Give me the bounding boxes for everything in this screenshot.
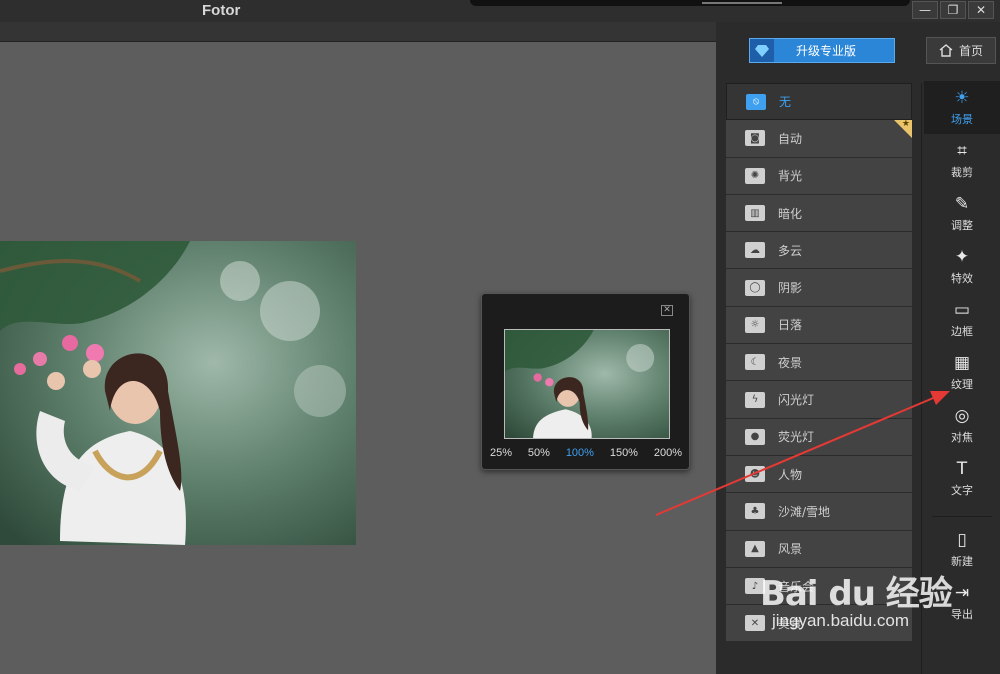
scene-icon: ● xyxy=(745,428,765,445)
scene-item[interactable]: ☁ 多云 xyxy=(726,232,912,270)
tool-label: 纹理 xyxy=(951,377,973,391)
zoom-200-option[interactable]: 200% xyxy=(654,447,682,459)
scene-item[interactable]: ☼ 日落 xyxy=(726,306,912,345)
scene-item[interactable]: ⦸ 无 xyxy=(726,83,912,121)
photo-image xyxy=(0,241,356,545)
scene-icon: ▲ xyxy=(745,540,765,557)
scene-label: 闪光灯 xyxy=(778,393,815,408)
scene-icon: ◙ xyxy=(745,130,765,147)
tool-label: 对焦 xyxy=(951,430,973,444)
scene-label: 无 xyxy=(779,95,792,110)
scene-icon: ♣ xyxy=(745,503,765,520)
scene-item[interactable]: ☾ 夜景 xyxy=(726,344,912,382)
scene-label: 沙滩/雪地 xyxy=(778,504,831,519)
top-drag-handle[interactable] xyxy=(470,0,910,6)
tool-icon: ✦ xyxy=(954,246,970,267)
thumbnail-image xyxy=(505,330,669,438)
zoom-50-option[interactable]: 50% xyxy=(528,447,550,459)
zoom-150-option[interactable]: 150% xyxy=(610,447,638,459)
home-label: 首页 xyxy=(958,44,983,58)
restore-button[interactable]: ❐ xyxy=(940,1,966,19)
scene-icon: ☾ xyxy=(745,354,765,371)
scene-icon: ☻ xyxy=(745,466,765,483)
home-icon xyxy=(939,44,953,57)
close-button[interactable]: ✕ xyxy=(968,1,994,19)
scene-item[interactable]: ✺ 背光 xyxy=(726,157,912,195)
tool-icon: ▯ xyxy=(957,529,967,550)
navigator-close-icon[interactable]: ✕ xyxy=(661,305,673,316)
scene-icon: ⦸ xyxy=(746,93,766,110)
tool-0[interactable]: ☀ 场景 xyxy=(924,81,1000,134)
tool-icon: ▭ xyxy=(953,299,971,320)
baidu-watermark: Bai du 经验 jingyan.baidu.com xyxy=(760,566,960,631)
tool-6[interactable]: ◎ 对焦 xyxy=(924,399,1000,452)
scene-label: 荧光灯 xyxy=(778,430,815,445)
scene-label: 风景 xyxy=(778,542,803,557)
scene-item[interactable]: ◯ 阴影 xyxy=(726,269,912,307)
canvas-toolbar xyxy=(0,22,716,42)
tool-5[interactable]: ▦ 纹理 xyxy=(924,346,1000,399)
minimize-button[interactable]: — xyxy=(912,1,938,19)
scene-item[interactable]: ▲ 风景 xyxy=(726,530,912,568)
scene-item[interactable]: ▥ 暗化 xyxy=(726,194,912,233)
scene-label: 自动 xyxy=(778,131,803,146)
main-photo[interactable] xyxy=(0,241,356,545)
scene-icon: ☼ xyxy=(745,316,765,333)
upgrade-pro-button[interactable]: 升级专业版 xyxy=(749,38,895,63)
scene-label: 夜景 xyxy=(778,355,803,370)
scene-label: 日落 xyxy=(778,318,803,333)
fotor-window: Fotor — ❐ ✕ ✕ 25% 50% 100% 150% 200% 升级专… xyxy=(0,0,1000,674)
tool-icon: ▦ xyxy=(953,352,971,373)
scene-label: 多云 xyxy=(778,243,803,258)
scene-item[interactable]: ☻ 人物 xyxy=(726,455,912,494)
tool-4[interactable]: ▭ 边框 xyxy=(924,293,1000,346)
tool-label: 调整 xyxy=(951,218,973,232)
tool-icon: ✎ xyxy=(954,193,970,214)
tool-1[interactable]: ⌗ 裁剪 xyxy=(924,134,1000,187)
star-icon: ★ xyxy=(901,119,910,130)
tool-icon: ⌗ xyxy=(957,140,967,161)
scene-icon: ☁ xyxy=(745,242,765,259)
home-button[interactable]: 首页 xyxy=(926,37,996,64)
scene-icon: ▥ xyxy=(745,205,765,222)
tool-label: 场景 xyxy=(951,112,973,126)
scene-item[interactable]: ◙ 自动 ★ xyxy=(726,119,912,158)
scene-item[interactable]: ● 荧光灯 xyxy=(726,418,912,456)
upgrade-label: 升级专业版 xyxy=(796,44,857,58)
scene-label: 阴影 xyxy=(778,281,803,296)
editing-canvas[interactable]: ✕ 25% 50% 100% 150% 200% xyxy=(0,42,716,674)
navigator-thumbnail[interactable] xyxy=(504,329,670,439)
scene-label: 人物 xyxy=(778,467,803,482)
app-title: Fotor xyxy=(202,2,241,19)
zoom-level-row: 25% 50% 100% 150% 200% xyxy=(490,447,682,459)
tool-label: 特效 xyxy=(951,271,973,285)
tool-icon: T xyxy=(956,458,968,479)
tool-3[interactable]: ✦ 特效 xyxy=(924,240,1000,293)
tool-7[interactable]: T 文字 xyxy=(924,452,1000,505)
scene-icon: ϟ xyxy=(745,391,765,408)
diamond-icon xyxy=(750,39,774,62)
scene-list: ⦸ 无 ◙ 自动 ★ ✺ 背光 ▥ 暗化 ☁ 多云 ◯ 阴影 ☼ 日落 ☾ 夜景 ϟ 闪光灯 ● 荧光灯 ☻ 人物 ♣ 沙滩/雪… xyxy=(726,83,912,643)
tool-icon: ☀ xyxy=(954,87,970,108)
tool-label: 文字 xyxy=(951,483,973,497)
scene-item[interactable]: ϟ 闪光灯 xyxy=(726,381,912,419)
zoom-25-option[interactable]: 25% xyxy=(490,447,512,459)
zoom-navigator[interactable]: ✕ 25% 50% 100% 150% 200% xyxy=(481,293,690,470)
scene-icon: ✺ xyxy=(745,167,765,184)
tool-2[interactable]: ✎ 调整 xyxy=(924,187,1000,240)
tool-label: 边框 xyxy=(951,324,973,338)
scene-icon: ◯ xyxy=(745,279,765,296)
tool-label: 裁剪 xyxy=(951,165,973,179)
tool-separator xyxy=(932,505,992,517)
scene-label: 暗化 xyxy=(778,206,803,221)
title-bar: Fotor — ❐ ✕ xyxy=(0,0,1000,22)
scene-label: 背光 xyxy=(778,169,803,184)
zoom-100-option[interactable]: 100% xyxy=(566,447,594,459)
watermark-logo: Bai du 经验 xyxy=(760,574,953,614)
tool-sidebar: ☀ 场景 ⌗ 裁剪 ✎ 调整 ✦ 特效 ▭ 边框 ▦ 纹理 ◎ 对焦 T 文字 ▯ 新建 ⇥ 导出 xyxy=(924,81,1000,629)
tool-icon: ◎ xyxy=(954,405,970,426)
scene-item[interactable]: ♣ 沙滩/雪地 xyxy=(726,493,912,531)
